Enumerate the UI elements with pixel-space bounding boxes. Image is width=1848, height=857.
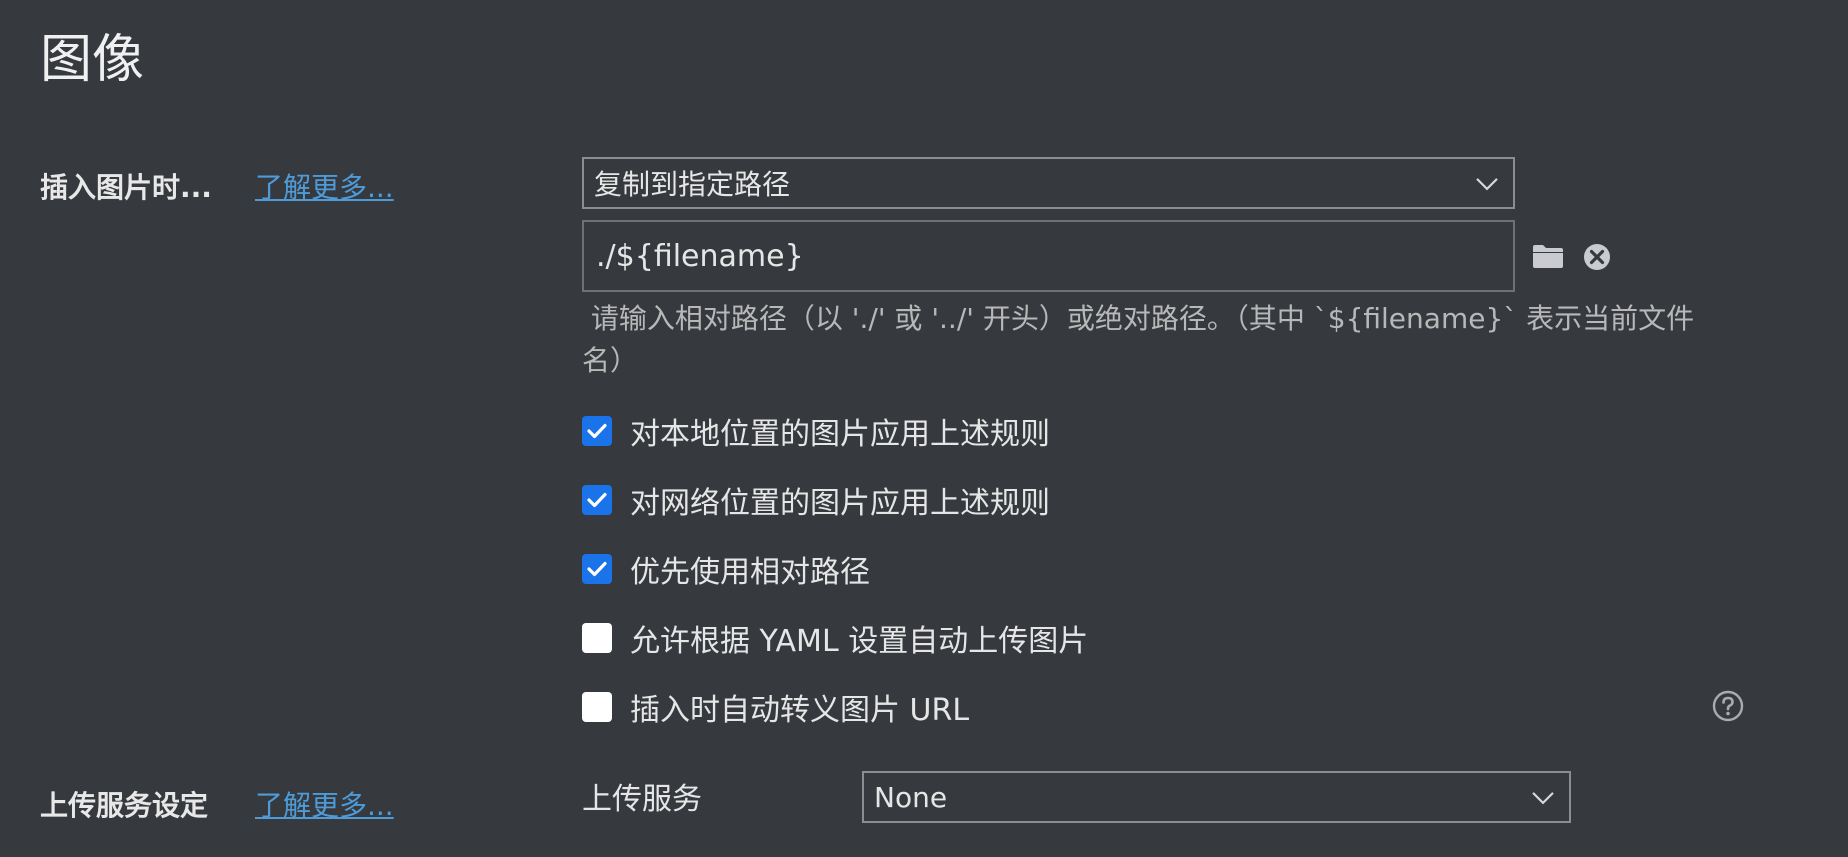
option-apply-local[interactable]: 对本地位置的图片应用上述规则	[582, 413, 1050, 452]
upload-service-label: 上传服务	[582, 782, 702, 817]
path-hint-text: 请输入相对路径（以 './' 或 '../' 开头）或绝对路径。（其中 `${f…	[582, 298, 1712, 382]
close-circle-icon[interactable]	[1583, 243, 1611, 275]
checkbox-checked-icon[interactable]	[582, 416, 612, 446]
chevron-down-icon	[1531, 779, 1555, 812]
upload-settings-label: 上传服务设定	[40, 789, 209, 822]
upload-service-select[interactable]: None	[862, 771, 1571, 823]
option-label: 对网络位置的图片应用上述规则	[630, 486, 1050, 521]
insert-action-value: 复制到指定路径	[594, 168, 791, 201]
checkbox-unchecked-icon[interactable]	[582, 692, 612, 722]
insert-learn-more-link[interactable]: 了解更多...	[255, 166, 394, 206]
checkbox-checked-icon[interactable]	[582, 485, 612, 515]
option-apply-network[interactable]: 对网络位置的图片应用上述规则	[582, 482, 1050, 521]
image-settings-page: 图像 插入图片时... 了解更多... 复制到指定路径 ./${filename…	[0, 0, 1848, 857]
folder-icon[interactable]	[1532, 243, 1564, 273]
option-label: 对本地位置的图片应用上述规则	[630, 417, 1050, 452]
path-hint-line-2: 名）	[582, 344, 639, 377]
upload-service-value: None	[874, 780, 948, 814]
chevron-down-icon	[1475, 165, 1499, 198]
path-hint-line-1: 请输入相对路径（以 './' 或 '../' 开头）或绝对路径。（其中 `${f…	[582, 302, 1695, 335]
option-label: 优先使用相对路径	[630, 555, 870, 590]
upload-learn-more-link[interactable]: 了解更多...	[255, 784, 394, 824]
option-yaml-auto-upload[interactable]: 允许根据 YAML 设置自动上传图片	[582, 620, 1088, 659]
image-path-value: ./${filename}	[596, 238, 804, 274]
option-label: 插入时自动转义图片 URL	[630, 693, 970, 728]
insert-image-label: 插入图片时...	[40, 171, 212, 204]
help-circle-icon[interactable]	[1712, 690, 1744, 726]
checkbox-unchecked-icon[interactable]	[582, 623, 612, 653]
option-escape-url[interactable]: 插入时自动转义图片 URL	[582, 689, 969, 728]
insert-action-select[interactable]: 复制到指定路径	[582, 157, 1515, 209]
checkbox-checked-icon[interactable]	[582, 554, 612, 584]
option-label: 允许根据 YAML 设置自动上传图片	[630, 624, 1089, 659]
option-prefer-relative[interactable]: 优先使用相对路径	[582, 551, 870, 590]
page-title: 图像	[40, 30, 145, 90]
image-path-input[interactable]: ./${filename}	[582, 220, 1515, 292]
